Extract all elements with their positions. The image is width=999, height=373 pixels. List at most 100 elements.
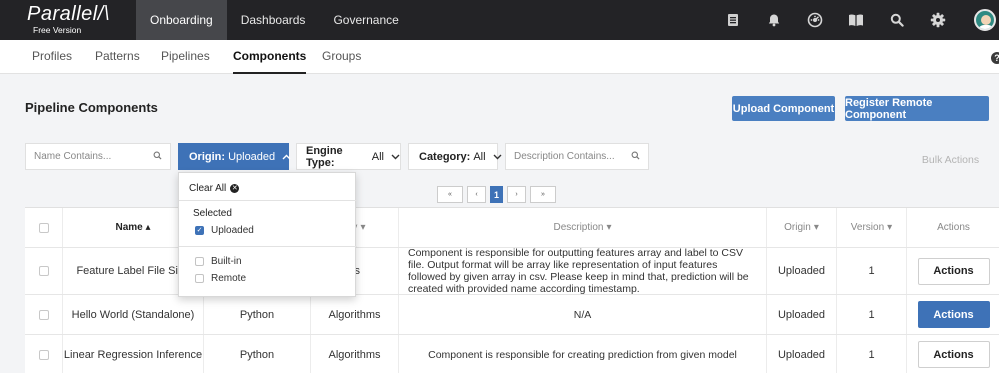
selected-heading: Selected xyxy=(193,208,232,219)
category-filter-label: Category: xyxy=(419,150,471,163)
origin-filter-value: Uploaded xyxy=(228,150,276,163)
row-engine-type: Python xyxy=(204,335,311,373)
document-icon[interactable] xyxy=(712,0,753,40)
header-origin[interactable]: Origin ▾ xyxy=(767,208,837,247)
components-table: Name ▴ ory ▾ Description ▾ Origin ▾ Vers… xyxy=(25,207,999,373)
origin-option-uploaded[interactable]: ✓ Uploaded xyxy=(195,225,254,236)
header-actions: Actions xyxy=(937,222,970,233)
page-title: Pipeline Components xyxy=(25,100,158,115)
first-page-button[interactable]: « xyxy=(437,186,463,203)
chevron-down-icon xyxy=(391,151,400,163)
page-1-button[interactable]: 1 xyxy=(490,186,503,203)
origin-filter-menu: Clear All ✕ Selected ✓ Uploaded Built-in… xyxy=(178,172,357,297)
row-origin: Uploaded xyxy=(767,295,837,334)
row-actions-cell: Actions xyxy=(907,295,999,334)
engine-type-filter-dropdown[interactable]: Engine Type: All xyxy=(296,143,401,170)
description-filter-input[interactable]: Description Contains... xyxy=(505,143,649,170)
register-remote-component-button[interactable]: Register Remote Component xyxy=(845,96,989,121)
table-header-row: Name ▴ ory ▾ Description ▾ Origin ▾ Vers… xyxy=(25,208,999,248)
search-icon[interactable] xyxy=(876,0,917,40)
table-row: Hello World (Standalone) Python Algorith… xyxy=(25,295,999,335)
help-icon[interactable]: ? xyxy=(991,52,999,64)
close-circle-icon: ✕ xyxy=(230,184,240,193)
prev-page-button[interactable]: ‹ xyxy=(467,186,486,203)
bell-icon[interactable] xyxy=(753,0,794,40)
engine-type-filter-value: All xyxy=(371,150,384,163)
row-engine-type: Python xyxy=(204,295,311,334)
next-page-button[interactable]: › xyxy=(507,186,526,203)
row-category: Algorithms xyxy=(311,335,399,373)
divider xyxy=(179,200,357,201)
row-checkbox[interactable] xyxy=(38,309,49,320)
checkbox-checked-icon: ✓ xyxy=(195,226,204,235)
tab-components[interactable]: Components xyxy=(233,40,307,74)
row-name[interactable]: Hello World (Standalone) xyxy=(63,295,204,334)
row-actions-button[interactable]: Actions xyxy=(917,341,990,368)
engine-type-filter-label: Engine Type: xyxy=(306,144,343,169)
category-filter-value: All xyxy=(473,150,486,163)
row-select-cell xyxy=(25,295,63,334)
sort-icon: ▾ xyxy=(813,222,819,233)
category-filter-dropdown[interactable]: Category: All xyxy=(408,143,502,170)
row-select-cell xyxy=(25,335,63,373)
row-checkbox[interactable] xyxy=(38,349,49,360)
divider xyxy=(179,246,357,247)
row-name[interactable]: Linear Regression Inference xyxy=(63,335,204,373)
search-icon xyxy=(153,151,162,163)
row-version: 1 xyxy=(837,295,907,334)
search-icon xyxy=(631,151,640,163)
table-row: Linear Regression Inference Python Algor… xyxy=(25,335,999,373)
topnav-onboarding[interactable]: Onboarding xyxy=(136,0,227,40)
tab-pipelines[interactable]: Pipelines xyxy=(161,40,210,74)
origin-option-built-in[interactable]: Built-in xyxy=(195,256,242,267)
row-actions-cell: Actions xyxy=(907,248,999,294)
topnav-governance[interactable]: Governance xyxy=(319,0,412,40)
origin-filter-label: Origin: xyxy=(189,150,226,163)
upload-component-button[interactable]: Upload Component xyxy=(732,96,835,121)
app-logo[interactable]: Parallel/\ Free Version xyxy=(0,0,125,40)
row-checkbox[interactable] xyxy=(38,266,49,276)
row-select-cell xyxy=(25,248,63,294)
header-description-label: Description xyxy=(553,222,604,233)
origin-option-label: Built-in xyxy=(211,256,242,267)
header-version[interactable]: Version ▾ xyxy=(837,208,907,247)
gear-icon[interactable] xyxy=(917,0,958,40)
sub-navbar: Profiles Patterns Pipelines Components G… xyxy=(0,40,999,74)
header-description[interactable]: Description ▾ xyxy=(399,208,767,247)
origin-filter-dropdown[interactable]: Origin: Uploaded xyxy=(178,143,291,170)
row-actions-button[interactable]: Actions xyxy=(917,301,990,328)
sort-icon: ▾ xyxy=(360,222,366,233)
name-filter-placeholder: Name Contains... xyxy=(34,151,112,162)
select-all-checkbox[interactable] xyxy=(38,222,49,233)
tab-groups[interactable]: Groups xyxy=(322,40,361,74)
row-description: Component is responsible for creating pr… xyxy=(399,335,767,373)
tab-profiles[interactable]: Profiles xyxy=(32,40,72,74)
clear-all-button[interactable]: Clear All ✕ xyxy=(189,183,240,194)
description-filter-placeholder: Description Contains... xyxy=(514,151,615,162)
row-actions-button[interactable]: Actions xyxy=(917,257,990,285)
sort-icon: ▾ xyxy=(606,222,612,233)
row-version: 1 xyxy=(837,335,907,373)
top-icon-group xyxy=(712,0,999,40)
row-origin: Uploaded xyxy=(767,248,837,294)
tab-patterns[interactable]: Patterns xyxy=(95,40,140,74)
bulk-actions-button[interactable]: Bulk Actions xyxy=(914,148,987,172)
last-page-button[interactable]: » xyxy=(530,186,556,203)
pagination: « ‹ 1 › » xyxy=(437,186,556,203)
select-all-cell xyxy=(25,208,63,247)
row-category: Algorithms xyxy=(311,295,399,334)
row-description: N/A xyxy=(399,295,767,334)
dashboard-icon[interactable] xyxy=(794,0,835,40)
origin-option-remote[interactable]: Remote xyxy=(195,273,246,284)
book-icon[interactable] xyxy=(835,0,876,40)
row-description: Component is responsible for outputting … xyxy=(399,247,767,295)
app-edition: Free Version xyxy=(33,25,82,35)
name-filter-input[interactable]: Name Contains... xyxy=(25,143,171,170)
checkbox-icon xyxy=(195,257,204,266)
avatar[interactable] xyxy=(958,0,999,40)
topnav-dashboards[interactable]: Dashboards xyxy=(227,0,320,40)
row-version: 1 xyxy=(837,248,907,294)
user-avatar-image xyxy=(973,9,996,31)
row-actions-cell: Actions xyxy=(907,335,999,373)
chevron-up-icon xyxy=(282,151,291,163)
